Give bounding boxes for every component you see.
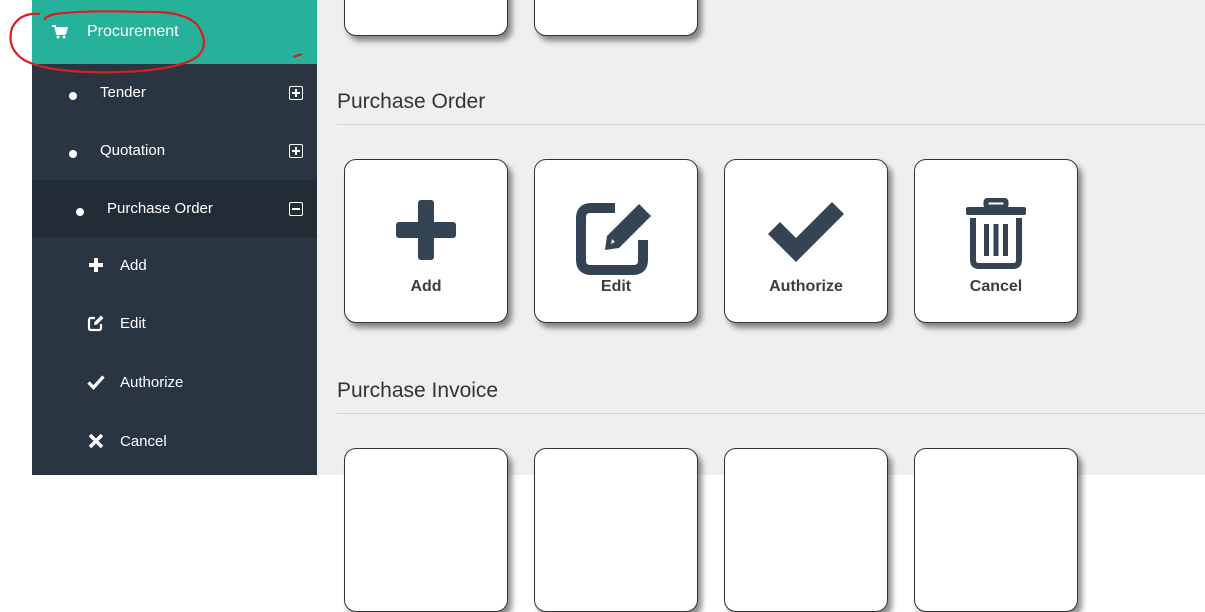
sidebar-subitem-label: Add [120, 257, 147, 274]
card-label: Add [410, 278, 442, 295]
section-title-purchase-order: Purchase Order [337, 90, 486, 113]
cropped-card[interactable] [534, 448, 698, 612]
main-content: Purchase Order Add Edit Authorize Cancel… [317, 0, 1205, 612]
sidebar-subitem-cancel[interactable]: Cancel [32, 414, 317, 472]
sidebar-subitem-label: Cancel [120, 433, 167, 450]
bullet-icon [76, 208, 84, 216]
sidebar-item-label: Purchase Order [107, 200, 213, 217]
cropped-card[interactable] [914, 448, 1078, 612]
collapse-icon[interactable] [289, 202, 303, 216]
sidebar-item-purchase-order[interactable]: Purchase Order [32, 180, 317, 238]
cropped-card[interactable] [724, 448, 888, 612]
edit-card-button[interactable]: Edit [534, 159, 698, 323]
expand-icon[interactable] [289, 86, 303, 100]
check-icon [768, 202, 844, 262]
sidebar-subitem-label: Edit [120, 315, 146, 332]
sidebar-item-label: Tender [100, 84, 146, 101]
times-icon [88, 433, 104, 449]
section-title-purchase-invoice: Purchase Invoice [337, 379, 499, 402]
check-icon [87, 375, 105, 390]
section-divider [337, 413, 1205, 414]
bullet-icon [69, 150, 77, 158]
sidebar-subitem-add[interactable]: Add [32, 238, 317, 296]
authorize-card-button[interactable]: Authorize [724, 159, 888, 323]
edit-icon [576, 203, 651, 275]
cropped-card[interactable] [344, 0, 508, 36]
card-label: Edit [600, 278, 632, 295]
sidebar-subitem-label: Authorize [120, 374, 184, 391]
plus-icon [396, 200, 456, 260]
edit-icon [87, 315, 104, 332]
add-card-button[interactable]: Add [344, 159, 508, 323]
sidebar-subitem-edit[interactable]: Edit [32, 296, 317, 354]
plus-icon [89, 258, 103, 272]
cropped-card[interactable] [344, 448, 508, 612]
cancel-card-button[interactable]: Cancel [914, 159, 1078, 323]
sidebar-item-quotation[interactable]: Quotation [32, 122, 317, 180]
annotation-circle [9, 10, 303, 74]
sidebar-subitem-authorize[interactable]: Authorize [32, 355, 317, 413]
trash-icon [966, 198, 1026, 269]
section-divider [337, 124, 1205, 125]
sidebar-item-label: Quotation [100, 142, 166, 159]
cropped-card[interactable] [534, 0, 698, 36]
card-label: Authorize [769, 278, 843, 295]
card-label: Cancel [969, 278, 1023, 295]
expand-icon[interactable] [289, 144, 303, 158]
bullet-icon [69, 92, 77, 100]
